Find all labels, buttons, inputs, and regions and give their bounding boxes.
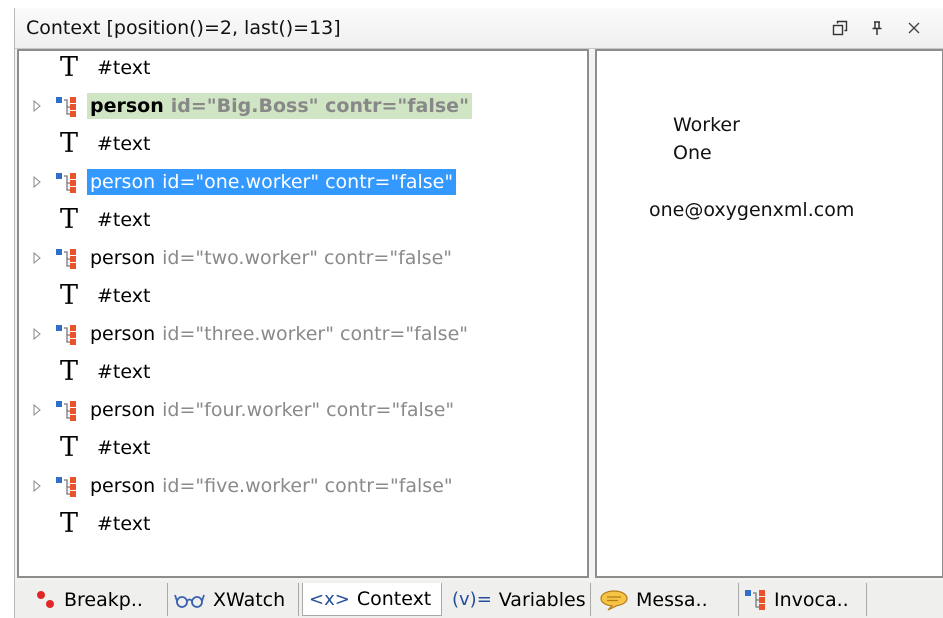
expand-arrow-icon[interactable] [31, 327, 43, 341]
preview-line-1: Worker [673, 114, 740, 136]
element-name: person [90, 323, 156, 345]
element-node-icon [56, 477, 76, 497]
view-title-bar: Context [position()=2, last()=13] [15, 8, 943, 49]
tab-context[interactable]: <x> Context [302, 583, 442, 616]
element-label: person id="four.worker" contr="false" [87, 397, 457, 423]
expand-arrow-icon[interactable] [31, 99, 43, 113]
text-node-icon: T [60, 508, 79, 539]
element-name: person [90, 475, 156, 497]
element-label: person id="one.worker" contr="false" [87, 169, 457, 195]
pin-icon[interactable] [864, 15, 890, 41]
view-title: Context [position()=2, last()=13] [26, 17, 341, 39]
text-node-label: #text [97, 285, 151, 307]
context-icon: <x> [309, 588, 350, 610]
tab-xwatch[interactable]: XWatch [168, 583, 299, 616]
breakpoints-icon [35, 589, 57, 611]
element-attributes: id="Big.Boss" contr="false" [170, 95, 469, 117]
tab-label: Breakp.. [64, 588, 143, 611]
element-label: person id="three.worker" contr="false" [87, 321, 471, 347]
restore-icon[interactable] [827, 15, 853, 41]
text-node-label: #text [97, 209, 151, 231]
element-label: person id="Big.Boss" contr="false" [87, 93, 472, 119]
text-node-icon: T [60, 52, 79, 83]
element-name: person [90, 171, 156, 193]
node-tree-pane[interactable]: T #text person id="Big.Boss" contr="false… [17, 49, 589, 578]
expand-arrow-icon[interactable] [31, 479, 43, 493]
expand-arrow-icon[interactable] [31, 403, 43, 417]
tab-label: Messa.. [636, 588, 708, 611]
element-name: person [90, 247, 156, 269]
tab-invocation[interactable]: Invoca.. [739, 583, 867, 616]
text-node-icon: T [60, 128, 79, 159]
text-node-label: #text [97, 361, 151, 383]
expand-arrow-icon[interactable] [31, 251, 43, 265]
text-node-label: #text [97, 133, 151, 155]
tab-label: Variables [498, 588, 586, 611]
value-preview-pane[interactable]: Worker One one@oxygenxml.com [595, 49, 943, 578]
invocation-tree-icon [745, 589, 767, 610]
element-attributes: id="three.worker" contr="false" [162, 323, 468, 345]
tab-label: Invoca.. [774, 588, 849, 611]
element-node-icon [56, 97, 76, 117]
text-node-icon: T [60, 204, 79, 235]
text-node-label: #text [97, 437, 151, 459]
tab-label: XWatch [213, 588, 286, 611]
context-view: Context [position()=2, last()=13] T #tex… [14, 8, 943, 618]
text-node-icon: T [60, 280, 79, 311]
element-attributes: id="four.worker" contr="false" [162, 399, 455, 421]
element-attributes: id="two.worker" contr="false" [162, 247, 453, 269]
tab-label: Context [356, 588, 432, 610]
debugger-tab-bar: Breakp.. XWatch <x> Context (v)= Variabl… [15, 581, 943, 618]
text-node-label: #text [97, 513, 151, 535]
tab-variables[interactable]: (v)= Variables [446, 583, 591, 616]
element-node-icon [56, 401, 76, 421]
element-label: person id="two.worker" contr="false" [87, 245, 455, 271]
element-name: person [90, 399, 156, 421]
preview-email: one@oxygenxml.com [649, 199, 855, 221]
tab-breakpoints[interactable]: Breakp.. [29, 583, 168, 616]
speech-bubble-icon [599, 589, 629, 611]
element-name: person [90, 95, 164, 117]
tab-messages[interactable]: Messa.. [593, 583, 739, 616]
text-node-icon: T [60, 432, 79, 463]
preview-line-2: One [673, 142, 712, 164]
variables-icon: (v)= [452, 589, 492, 610]
element-attributes: id="one.worker" contr="false" [162, 171, 454, 193]
element-node-icon [56, 249, 76, 269]
close-icon[interactable] [901, 15, 927, 41]
text-node-label: #text [97, 57, 151, 79]
element-node-icon [56, 173, 76, 193]
expand-arrow-icon[interactable] [31, 175, 43, 189]
text-node-icon: T [60, 356, 79, 387]
glasses-icon [174, 591, 206, 609]
element-label: person id="five.worker" contr="false" [87, 473, 456, 499]
element-attributes: id="five.worker" contr="false" [162, 475, 453, 497]
element-node-icon [56, 325, 76, 345]
